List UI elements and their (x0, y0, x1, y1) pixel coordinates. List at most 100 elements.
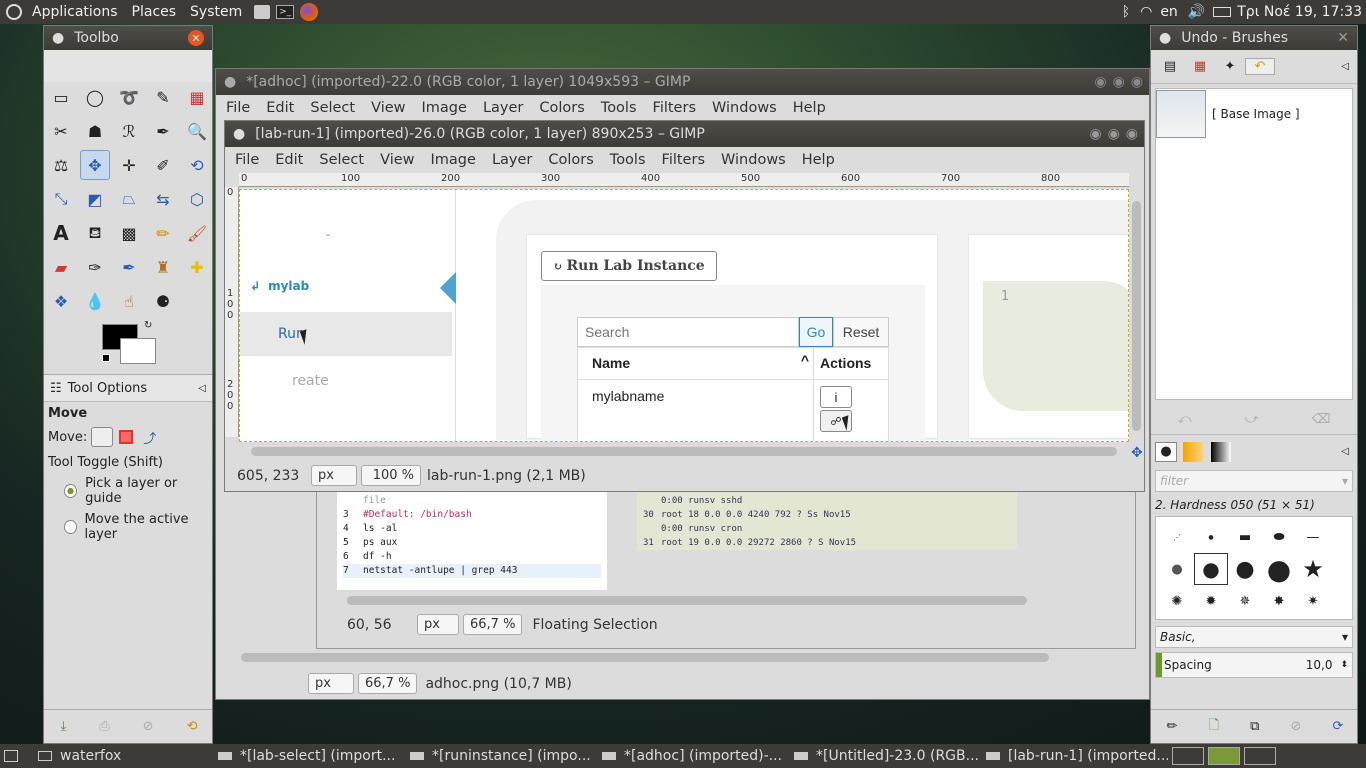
taskbar-item-untitled[interactable]: *[Untitled]-23.0 (RGB... (794, 748, 986, 764)
spacing-slider[interactable]: Spacing 10,0 ⬍ (1155, 652, 1353, 678)
window-menu-icon[interactable]: ● (233, 126, 245, 142)
brush-item[interactable]: ● (1262, 553, 1296, 586)
system-menu[interactable]: System (190, 4, 242, 20)
rotate-tool-icon[interactable]: ⟲ (182, 150, 212, 180)
perspective-clone-tool-icon[interactable]: ❖ (46, 286, 76, 316)
firefox-icon[interactable] (300, 3, 319, 21)
align-tool-icon[interactable]: ✛ (114, 150, 144, 180)
scissors-tool-icon[interactable]: ✂ (46, 116, 76, 146)
move-active-layer-radio[interactable]: Move the active layer (64, 512, 208, 542)
menu-edit[interactable]: Edit (275, 152, 303, 168)
taskbar-item-runinstance[interactable]: *[runinstance] (impo... (410, 748, 602, 764)
column-header-name[interactable]: Name ^ (578, 348, 814, 379)
brush-item[interactable]: ✷ (1296, 585, 1330, 617)
bucket-fill-tool-icon[interactable]: ⛾ (80, 218, 110, 248)
menu-edit[interactable]: Edit (266, 100, 294, 116)
terminal-icon[interactable]: >_ (276, 5, 295, 19)
tab-menu-icon[interactable]: ◁ (1341, 446, 1349, 457)
menu-colors[interactable]: Colors (539, 100, 584, 116)
paths-tool-icon[interactable]: ℛ (114, 116, 144, 146)
cage-tool-icon[interactable]: ⬡ (182, 184, 212, 214)
fuzzy-select-tool-icon[interactable]: ✎ (148, 82, 178, 112)
inner-h-scrollbar[interactable] (347, 596, 1027, 605)
brush-item[interactable]: ● (1228, 553, 1262, 585)
labrun-v-scrollbar[interactable] (1132, 201, 1141, 431)
tab-paths-icon[interactable]: ✦ (1215, 59, 1245, 74)
brush-item-selected[interactable]: ● (1194, 553, 1228, 585)
menu-view[interactable]: View (371, 100, 405, 116)
search-input[interactable] (577, 317, 799, 347)
move-tool-icon[interactable]: ✥ (80, 150, 110, 180)
tab-channels-icon[interactable]: ▦ (1185, 59, 1215, 74)
clear-history-icon[interactable]: ⌫ (1312, 412, 1330, 427)
menu-select[interactable]: Select (310, 100, 355, 116)
brush-grid[interactable]: ⋰ ● ▬ ⬬ — ● ● ● ● ★ ✺ ✹ ✵ ✸ ✷ (1155, 516, 1353, 620)
menu-help[interactable]: Help (802, 152, 835, 168)
menu-tools[interactable]: Tools (610, 152, 646, 168)
dodge-burn-tool-icon[interactable]: ⚈ (148, 286, 178, 316)
workspace-2[interactable] (1208, 747, 1240, 765)
brush-filter-input[interactable]: filter ▾ (1155, 470, 1353, 492)
menu-windows[interactable]: Windows (721, 152, 786, 168)
brush-item[interactable]: ● (1160, 553, 1194, 585)
brush-item[interactable]: ✵ (1228, 585, 1262, 617)
menu-filters[interactable]: Filters (662, 152, 705, 168)
battery-icon[interactable] (1213, 7, 1232, 17)
ubuntu-logo-icon[interactable] (6, 4, 22, 20)
minimize-icon[interactable]: ◉ (1089, 126, 1101, 142)
tab-patterns-icon[interactable] (1183, 441, 1203, 462)
menu-view[interactable]: View (380, 152, 414, 168)
menu-image[interactable]: Image (431, 152, 476, 168)
menu-file[interactable]: File (226, 100, 250, 116)
eraser-tool-icon[interactable]: ▰ (46, 252, 76, 282)
brush-item[interactable]: ★ (1296, 553, 1330, 585)
measure-tool-icon[interactable]: ⚖ (46, 150, 76, 180)
save-options-icon[interactable]: ⤓ (61, 719, 67, 734)
menu-windows[interactable]: Windows (712, 100, 777, 116)
redo-icon[interactable]: ⤻ (1245, 412, 1259, 427)
swap-colors-icon[interactable]: ↻ (144, 320, 152, 331)
tab-brushes-icon[interactable]: ● (1155, 441, 1177, 462)
free-select-tool-icon[interactable]: ➰ (114, 82, 144, 112)
edit-brush-icon[interactable]: ✏ (1167, 719, 1178, 734)
shear-tool-icon[interactable]: ◩ (80, 184, 110, 214)
brush-item[interactable]: ● (1194, 521, 1228, 553)
blur-tool-icon[interactable]: 💧 (80, 286, 110, 316)
taskbar-item-lab-run[interactable]: [lab-run-1] (imported... (986, 748, 1168, 764)
info-button[interactable]: i (820, 386, 852, 408)
undo-brushes-titlebar[interactable]: ● Undo - Brushes ✕ (1151, 26, 1357, 50)
delete-options-icon[interactable]: ⊘ (143, 719, 154, 734)
menu-layer[interactable]: Layer (492, 152, 532, 168)
clock[interactable]: Τρι Νοέ 19, 17:33 (1237, 4, 1362, 20)
show-desktop-icon[interactable] (4, 750, 18, 762)
taskbar-item-adhoc[interactable]: *[adhoc] (imported)-... (602, 748, 794, 764)
close-icon[interactable]: ◉ (1126, 126, 1138, 142)
flip-tool-icon[interactable]: ⇆ (148, 184, 178, 214)
airbrush-tool-icon[interactable]: ✑ (80, 252, 110, 282)
pencil-tool-icon[interactable]: ✏ (148, 218, 178, 248)
perspective-tool-icon[interactable]: ⏢ (114, 184, 144, 214)
blend-tool-icon[interactable]: ▩ (114, 218, 144, 248)
ink-tool-icon[interactable]: ✒ (114, 252, 144, 282)
brush-item[interactable]: ⋰ (1160, 521, 1194, 553)
color-picker-tool-icon[interactable]: ✒ (148, 116, 178, 146)
maximize-icon[interactable]: ◉ (1108, 126, 1120, 142)
taskbar-item-waterfox[interactable]: waterfox (38, 748, 218, 764)
labrun-h-scrollbar[interactable] (251, 447, 1117, 456)
run-lab-instance-button[interactable]: ↻ Run Lab Instance (541, 251, 717, 281)
undo-item-base[interactable]: [ Base Image ] (1156, 89, 1352, 139)
adhoc-zoom-select[interactable]: 66,7 % (358, 673, 418, 694)
labrun-titlebar[interactable]: ● [lab-run-1] (imported)-26.0 (RGB color… (225, 121, 1144, 147)
brush-item[interactable]: ✹ (1194, 585, 1228, 617)
sidebar-item-run[interactable]: Run (240, 312, 452, 356)
navigate-icon[interactable]: ✥ (1131, 445, 1143, 461)
labrun-canvas[interactable]: - ↲ mylab Run reate ↻ Run Lab Instance G… (239, 189, 1129, 442)
inner-zoom-select[interactable]: 66,7 % (463, 614, 523, 635)
menu-file[interactable]: File (235, 152, 259, 168)
sidebar-item-create[interactable]: reate (240, 366, 452, 396)
inner-canvas[interactable]: file 3 #Default: /bin/bash 4 ls -al 5 ps au… (316, 489, 1136, 649)
inner-unit-select[interactable]: px (417, 614, 459, 635)
delete-brush-icon[interactable]: ⊘ (1290, 719, 1301, 734)
move-path-icon[interactable]: ⤴ (143, 428, 156, 447)
applications-menu[interactable]: Applications (32, 4, 118, 20)
